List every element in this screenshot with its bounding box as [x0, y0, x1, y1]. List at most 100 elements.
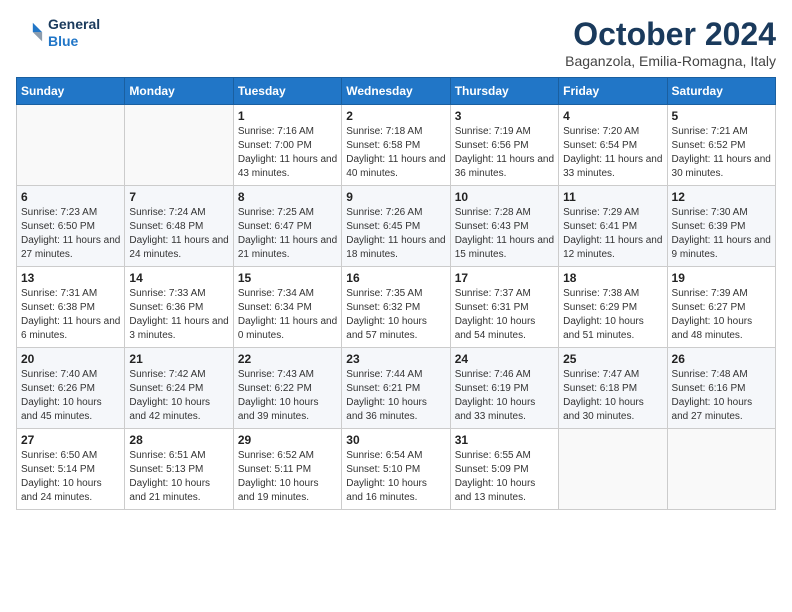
sunrise-text: Sunrise: 7:29 AM: [563, 207, 639, 218]
day-number: 23: [346, 352, 445, 366]
day-number: 29: [238, 433, 337, 447]
day-info: Sunrise: 7:40 AM Sunset: 6:26 PM Daylight:…: [21, 368, 120, 424]
day-info: Sunrise: 7:47 AMSunset: 6:18 PMDaylight:…: [563, 368, 662, 424]
logo-line2: Blue: [48, 33, 100, 50]
calendar-cell: [125, 105, 233, 186]
sunrise-text: Sunrise: 6:52 AM: [238, 450, 314, 461]
calendar-cell: 12Sunrise: 7:30 AMSunset: 6:39 PMDayligh…: [667, 186, 775, 267]
day-number: 6: [21, 190, 120, 204]
day-info: Sunrise: 7:29 AMSunset: 6:41 PMDaylight:…: [563, 206, 662, 262]
calendar-week-row: 6Sunrise: 7:23 AMSunset: 6:50 PMDaylight…: [17, 186, 776, 267]
day-info: Sunrise: 7:19 AMSunset: 6:56 PMDaylight:…: [455, 125, 554, 181]
daylight-text: Daylight: 10 hours and 42 minutes.: [129, 397, 210, 422]
day-info: Sunrise: 7:39 AMSunset: 6:27 PMDaylight:…: [672, 287, 771, 343]
calendar-cell: 22Sunrise: 7:43 AMSunset: 6:22 PMDayligh…: [233, 348, 341, 429]
daylight-text: Daylight: 10 hours and 51 minutes.: [563, 316, 644, 341]
day-info: Sunrise: 7:30 AMSunset: 6:39 PMDaylight:…: [672, 206, 771, 262]
sunset-text: Sunset: 6:50 PM: [21, 221, 95, 232]
day-info: Sunrise: 7:37 AM Sunset: 6:31 PM Daylight:…: [455, 287, 554, 343]
month-title: October 2024: [565, 16, 776, 53]
calendar-cell: 21Sunrise: 7:42 AMSunset: 6:24 PMDayligh…: [125, 348, 233, 429]
sunrise-text: Sunrise: 7:40 AM: [21, 369, 97, 380]
weekday-header: Sunday: [17, 78, 125, 105]
weekday-header: Thursday: [450, 78, 558, 105]
day-info: Sunrise: 7:18 AMSunset: 6:58 PMDaylight:…: [346, 125, 445, 181]
calendar: SundayMondayTuesdayWednesdayThursdayFrid…: [16, 77, 776, 510]
calendar-cell: 20Sunrise: 7:40 AMSunset: 6:26 PMDayligh…: [17, 348, 125, 429]
sunrise-text: Sunrise: 7:38 AM: [563, 288, 639, 299]
daylight-text: Daylight: 11 hours and 18 minutes.: [346, 235, 445, 260]
daylight-text: Daylight: 10 hours and 54 minutes.: [455, 316, 536, 341]
sunrise-text: Sunrise: 7:46 AM: [455, 369, 531, 380]
day-number: 30: [346, 433, 445, 447]
day-info: Sunrise: 6:52 AMSunset: 5:11 PMDaylight:…: [238, 449, 337, 505]
day-number: 9: [346, 190, 445, 204]
sunrise-text: Sunrise: 7:37 AM: [455, 288, 531, 299]
daylight-text: Daylight: 11 hours and 43 minutes.: [238, 154, 337, 179]
weekday-header: Saturday: [667, 78, 775, 105]
day-number: 19: [672, 271, 771, 285]
day-info: Sunrise: 7:43 AMSunset: 6:22 PMDaylight:…: [238, 368, 337, 424]
day-info: Sunrise: 7:28 AMSunset: 6:43 PMDaylight:…: [455, 206, 554, 262]
calendar-cell: 17Sunrise: 7:37 AMSunset: 6:31 PMDayligh…: [450, 267, 558, 348]
day-number: 15: [238, 271, 337, 285]
daylight-text: Daylight: 10 hours and 48 minutes.: [672, 316, 753, 341]
sunset-text: Sunset: 6:43 PM: [455, 221, 529, 232]
daylight-text: Daylight: 10 hours and 30 minutes.: [563, 397, 644, 422]
sunrise-text: Sunrise: 7:33 AM: [129, 288, 205, 299]
sunrise-text: Sunrise: 6:55 AM: [455, 450, 531, 461]
sunset-text: Sunset: 6:38 PM: [21, 302, 95, 313]
sunrise-text: Sunrise: 7:20 AM: [563, 126, 639, 137]
daylight-text: Daylight: 10 hours and 39 minutes.: [238, 397, 319, 422]
day-info: Sunrise: 7:31 AMSunset: 6:38 PMDaylight:…: [21, 287, 120, 343]
day-number: 25: [563, 352, 662, 366]
calendar-cell: 28Sunrise: 6:51 AMSunset: 5:13 PMDayligh…: [125, 429, 233, 510]
calendar-cell: 1Sunrise: 7:16 AMSunset: 7:00 PMDaylight…: [233, 105, 341, 186]
calendar-cell: 10 Sunrise: 7:28 AMSunset: 6:43 PMDayligh…: [450, 186, 558, 267]
daylight-text: Daylight: 10 hours and 19 minutes.: [238, 478, 319, 503]
day-info: Sunrise: 7:44 AMSunset: 6:21 PMDaylight:…: [346, 368, 445, 424]
calendar-cell: 23 Sunrise: 7:44 AMSunset: 6:21 PMDayligh…: [342, 348, 450, 429]
sunset-text: Sunset: 5:13 PM: [129, 464, 203, 475]
sunrise-text: Sunrise: 7:24 AM: [129, 207, 205, 218]
calendar-cell: 4Sunrise: 7:20 AMSunset: 6:54 PMDaylight…: [559, 105, 667, 186]
day-number: 10: [455, 190, 554, 204]
calendar-cell: 26Sunrise: 7:48 AMSunset: 6:16 PMDayligh…: [667, 348, 775, 429]
logo-text: General Blue: [48, 16, 100, 50]
sunset-text: Sunset: 6:31 PM: [455, 302, 529, 313]
calendar-cell: 14Sunrise: 7:33 AMSunset: 6:36 PMDayligh…: [125, 267, 233, 348]
daylight-text: Daylight: 10 hours and 36 minutes.: [346, 397, 427, 422]
day-number: 3: [455, 109, 554, 123]
calendar-cell: 31Sunrise: 6:55 AMSunset: 5:09 PMDayligh…: [450, 429, 558, 510]
calendar-cell: 3Sunrise: 7:19 AMSunset: 6:56 PMDaylight…: [450, 105, 558, 186]
daylight-text: Daylight: 11 hours and 6 minutes.: [21, 316, 120, 341]
daylight-text: Daylight: 11 hours and 40 minutes.: [346, 154, 445, 179]
daylight-text: Daylight: 10 hours and 13 minutes.: [455, 478, 536, 503]
sunrise-text: Sunrise: 7:39 AM: [672, 288, 748, 299]
sunrise-text: Sunrise: 7:19 AM: [455, 126, 531, 137]
sunset-text: Sunset: 6:56 PM: [455, 140, 529, 151]
sunrise-text: Sunrise: 6:54 AM: [346, 450, 422, 461]
day-number: 31: [455, 433, 554, 447]
day-info: Sunrise: 7:21 AMSunset: 6:52 PMDaylight:…: [672, 125, 771, 181]
day-number: 28: [129, 433, 228, 447]
sunrise-text: Sunrise: 6:50 AM: [21, 450, 97, 461]
sunset-text: Sunset: 6:39 PM: [672, 221, 746, 232]
sunset-text: Sunset: 6:26 PM: [21, 383, 95, 394]
sunrise-text: Sunrise: 7:44 AM: [346, 369, 422, 380]
day-number: 24: [455, 352, 554, 366]
day-info: Sunrise: 7:38 AMSunset: 6:29 PMDaylight:…: [563, 287, 662, 343]
calendar-cell: [17, 105, 125, 186]
weekday-header: Monday: [125, 78, 233, 105]
sunset-text: Sunset: 5:10 PM: [346, 464, 420, 475]
sunrise-text: Sunrise: 7:18 AM: [346, 126, 422, 137]
day-number: 14: [129, 271, 228, 285]
sunset-text: Sunset: 6:18 PM: [563, 383, 637, 394]
sunset-text: Sunset: 6:22 PM: [238, 383, 312, 394]
day-info: Sunrise: 6:54 AMSunset: 5:10 PMDaylight:…: [346, 449, 445, 505]
sunrise-text: Sunrise: 7:34 AM: [238, 288, 314, 299]
calendar-cell: 8Sunrise: 7:25 AMSunset: 6:47 PMDaylight…: [233, 186, 341, 267]
weekday-header-row: SundayMondayTuesdayWednesdayThursdayFrid…: [17, 78, 776, 105]
daylight-text: Daylight: 10 hours and 45 minutes.: [21, 397, 102, 422]
header: General Blue October 2024 Baganzola, Emi…: [16, 16, 776, 69]
